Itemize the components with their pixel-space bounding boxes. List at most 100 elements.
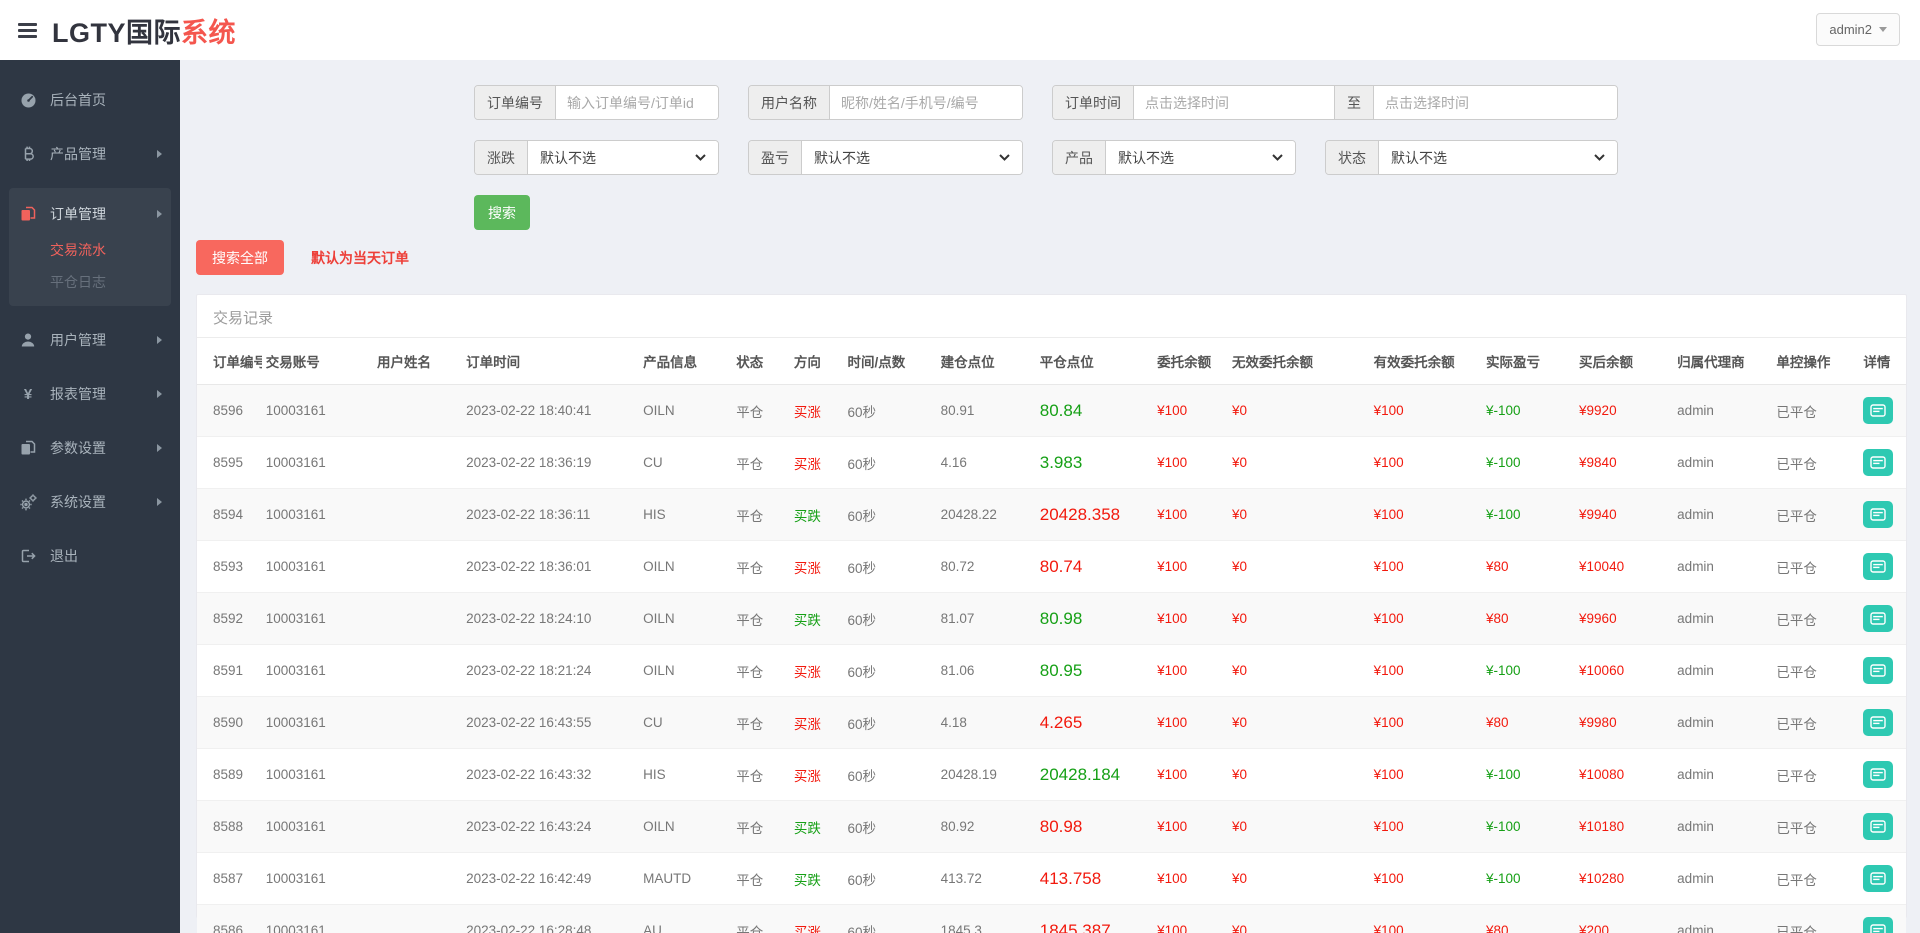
cell-control: 已平仓 [1772,593,1859,645]
detail-list-icon [1870,872,1886,885]
cell-valid-entrust: ¥100 [1370,801,1482,853]
cell-order-id: 8588 [197,801,262,853]
cell-account: 10003161 [262,385,373,437]
cell-after-balance: ¥200 [1575,905,1673,933]
cell-open-point: 1845.3 [937,905,1036,933]
detail-button[interactable] [1863,397,1893,424]
chevron-down-icon [695,154,706,161]
sidebar: 后台首页 产品管理 订单管理 交易流水 平仓日志 用户管理 [0,60,180,933]
detail-list-icon [1870,560,1886,573]
cell-status: 平仓 [732,489,790,541]
sidebar-item-users[interactable]: 用户管理 [0,320,180,360]
cell-after-balance: ¥9840 [1575,437,1673,489]
cell-order-id: 8594 [197,489,262,541]
cell-order-time: 2023-02-22 16:43:32 [462,749,639,801]
detail-button[interactable] [1863,709,1893,736]
search-button[interactable]: 搜索 [474,195,530,230]
order-no-input[interactable] [556,86,719,119]
cell-close-point: 20428.358 [1036,489,1153,541]
cell-actual-pnl: ¥-100 [1482,853,1575,905]
cell-control: 已平仓 [1772,437,1859,489]
col-order-id: 订单编号 [197,338,262,385]
chevron-right-icon [157,498,162,506]
order-time-to-input[interactable] [1374,86,1617,119]
cell-status: 平仓 [732,905,790,933]
cell-account: 10003161 [262,437,373,489]
sidebar-item-label: 产品管理 [50,144,106,164]
cell-detail [1859,801,1906,853]
detail-button[interactable] [1863,501,1893,528]
sidebar-item-logout[interactable]: 退出 [0,536,180,576]
cell-detail [1859,697,1906,749]
cell-open-point: 81.06 [937,645,1036,697]
detail-list-icon [1870,820,1886,833]
table-row: 8588 10003161 2023-02-22 16:43:24 OILN 平… [197,801,1906,853]
user-name-input[interactable] [830,86,1023,119]
search-all-button[interactable]: 搜索全部 [196,240,284,275]
order-no-filter: 订单编号 [474,85,719,120]
sidebar-item-orders[interactable]: 订单管理 [9,194,171,234]
cell-invalid-entrust: ¥0 [1228,489,1370,541]
cell-duration: 60秒 [844,489,937,541]
sidebar-item-system[interactable]: 系统设置 [0,482,180,522]
cell-open-point: 80.72 [937,541,1036,593]
status-label: 状态 [1326,141,1379,174]
detail-button[interactable] [1863,449,1893,476]
sidebar-item-products[interactable]: 产品管理 [0,134,180,174]
col-status: 状态 [732,338,790,385]
cell-account: 10003161 [262,749,373,801]
product-select[interactable]: 默认不选 [1106,141,1295,174]
cell-order-id: 8591 [197,645,262,697]
cell-invalid-entrust: ¥0 [1228,905,1370,933]
params-icon [18,440,38,456]
sidebar-item-reports[interactable]: ¥ 报表管理 [0,374,180,414]
status-select[interactable]: 默认不选 [1379,141,1617,174]
cell-close-point: 413.758 [1036,853,1153,905]
cell-close-point: 20428.184 [1036,749,1153,801]
detail-button[interactable] [1863,553,1893,580]
cell-duration: 60秒 [844,697,937,749]
cell-detail [1859,645,1906,697]
cell-account: 10003161 [262,593,373,645]
cell-invalid-entrust: ¥0 [1228,593,1370,645]
sidebar-item-label: 参数设置 [50,438,106,458]
cell-after-balance: ¥10040 [1575,541,1673,593]
detail-button[interactable] [1863,657,1893,684]
sidebar-item-params[interactable]: 参数设置 [0,428,180,468]
filter-form: 订单编号 用户名称 订单时间 至 涨跌 默认不选 [474,85,1907,230]
cell-agent: admin [1673,385,1772,437]
cell-order-time: 2023-02-22 18:36:11 [462,489,639,541]
profit-loss-select[interactable]: 默认不选 [802,141,1022,174]
cell-open-point: 20428.19 [937,749,1036,801]
menu-toggle-icon[interactable] [18,20,37,41]
sidebar-item-dashboard[interactable]: 后台首页 [0,80,180,120]
chevron-right-icon [157,390,162,398]
cell-control: 已平仓 [1772,645,1859,697]
detail-button[interactable] [1863,605,1893,632]
detail-button[interactable] [1863,813,1893,840]
cell-direction: 买跌 [790,801,844,853]
sidebar-item-label: 用户管理 [50,330,106,350]
sidebar-subitem-trade-flow[interactable]: 交易流水 [9,234,171,266]
rise-fall-select[interactable]: 默认不选 [528,141,718,174]
cell-open-point: 4.16 [937,437,1036,489]
sidebar-subitem-close-log[interactable]: 平仓日志 [9,266,171,298]
sidebar-item-label: 退出 [50,546,78,566]
cell-duration: 60秒 [844,541,937,593]
detail-button[interactable] [1863,761,1893,788]
user-menu-button[interactable]: admin2 [1816,13,1900,46]
cell-valid-entrust: ¥100 [1370,385,1482,437]
cell-entrust-balance: ¥100 [1153,905,1228,933]
cell-duration: 60秒 [844,801,937,853]
col-direction: 方向 [790,338,844,385]
order-time-from-input[interactable] [1134,86,1334,119]
detail-button[interactable] [1863,917,1893,933]
cell-status: 平仓 [732,645,790,697]
col-account: 交易账号 [262,338,373,385]
detail-button[interactable] [1863,865,1893,892]
sidebar-item-label: 报表管理 [50,384,106,404]
cell-actual-pnl: ¥-100 [1482,645,1575,697]
col-close-point: 平仓点位 [1036,338,1153,385]
bitcoin-icon [18,146,38,162]
cell-direction: 买涨 [790,645,844,697]
